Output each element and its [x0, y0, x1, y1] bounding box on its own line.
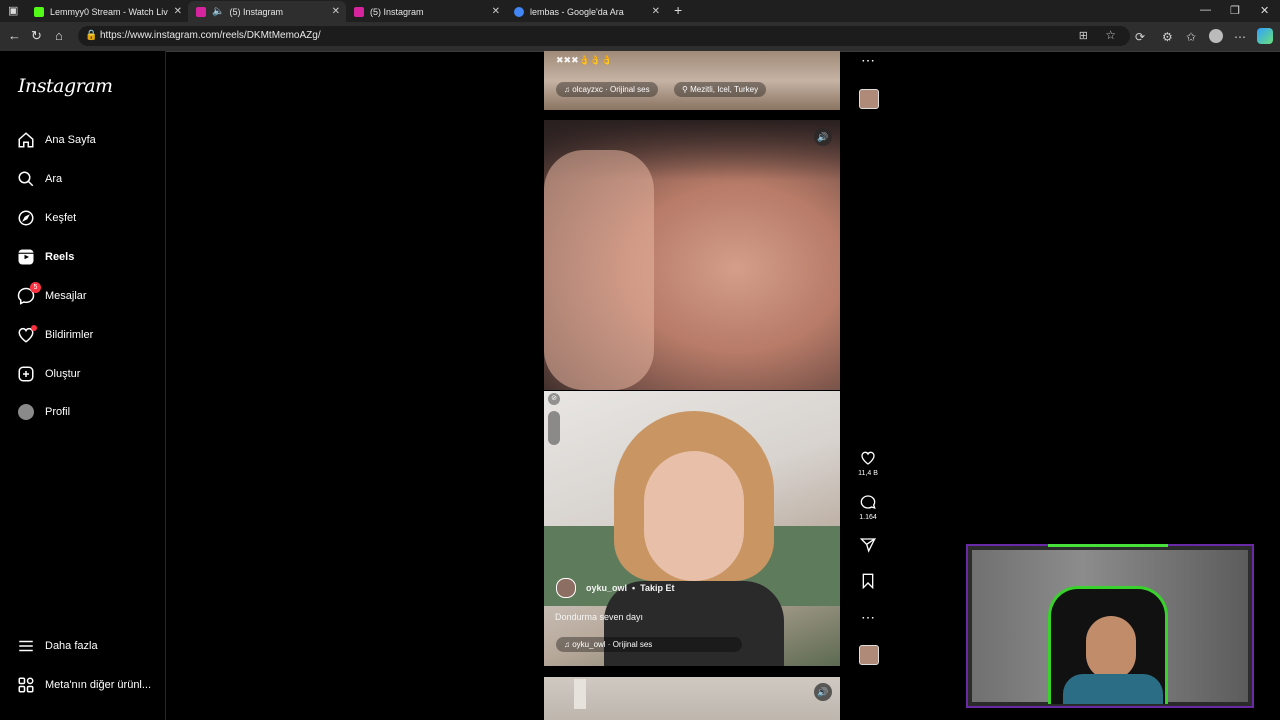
comment-button[interactable]: 1.164 [858, 494, 878, 521]
reel-video-previous[interactable]: ✖✖✖👌👌👌 ♫ olcayzxc · Orijinal ses ⚲ Mezit… [544, 51, 840, 110]
reload-icon[interactable]: ↻ [31, 29, 42, 43]
close-window-icon[interactable]: ✕ [1260, 4, 1269, 17]
plus-square-icon [17, 365, 35, 383]
reel-video-main[interactable]: 🔊 [544, 120, 840, 390]
messages-badge: 5 [30, 282, 41, 293]
tab-strip: ▣ Lemmyy0 Stream - Watch Live on ✕ 🔈 (5)… [0, 0, 1280, 22]
audio-pill[interactable]: ♫ olcayzxc · Orijinal ses [556, 82, 658, 97]
comment-icon [858, 494, 878, 513]
meta-apps-icon [17, 676, 35, 694]
instagram-favicon-icon [354, 6, 364, 17]
tab-kick[interactable]: Lemmyy0 Stream - Watch Live on ✕ [26, 1, 188, 22]
sidebar-item-create[interactable]: Oluştur [17, 362, 80, 386]
url-bar[interactable]: 🔒 https://www.instagram.com/reels/DKMtMe… [78, 26, 1130, 46]
heart-icon [17, 325, 37, 344]
extension-icon[interactable]: ⚙ [1162, 30, 1173, 44]
messenger-icon: 5 [17, 282, 41, 305]
audio-thumbnail[interactable] [859, 89, 879, 109]
sidebar-item-notifications[interactable]: Bildirimler [17, 323, 93, 347]
sound-toggle-icon[interactable]: 🔊 [814, 683, 832, 701]
reel-author-row: oyku_owl • Takip Et [556, 578, 675, 598]
minimize-icon[interactable]: — [1200, 4, 1211, 16]
search-icon [17, 170, 35, 188]
copilot-icon[interactable] [1257, 28, 1273, 44]
favorites-icon[interactable]: ✩ [1186, 30, 1196, 44]
close-tab-icon[interactable]: ✕ [652, 6, 660, 17]
home-icon [17, 131, 35, 149]
instagram-logo[interactable]: Instagram [18, 75, 113, 97]
reel-caption: ✖✖✖👌👌👌 [556, 55, 613, 65]
notification-dot [31, 325, 37, 331]
sound-toggle-icon[interactable]: 🔊 [814, 128, 832, 146]
new-tab-icon[interactable]: + [674, 2, 682, 18]
reels-icon [17, 248, 35, 266]
more-options-icon[interactable]: ⋯ [858, 52, 878, 68]
sidebar-item-home[interactable]: Ana Sayfa [17, 128, 96, 152]
author-avatar[interactable] [556, 578, 576, 598]
like-button[interactable]: 11,4 B [858, 450, 878, 477]
tab-instagram-active[interactable]: 🔈 (5) Instagram ✕ [188, 1, 346, 22]
home-browser-icon[interactable]: ⌂ [55, 29, 63, 43]
bookmark-icon [858, 573, 878, 592]
heart-icon [858, 450, 878, 469]
tab-google[interactable]: lembas - Google'da Ara ✕ [506, 1, 666, 22]
profile-avatar-icon[interactable] [1209, 29, 1223, 43]
restore-icon[interactable]: ❐ [1230, 4, 1240, 17]
audio-pill[interactable]: ♫ oyku_owl · Orijinal ses [556, 637, 742, 652]
instagram-sidebar: Instagram Ana Sayfa Ara Keşfet Reels 5 M… [0, 51, 166, 720]
author-username[interactable]: oyku_owl [586, 583, 627, 593]
close-tab-icon[interactable]: ✕ [332, 6, 340, 17]
sidebar-item-reels[interactable]: Reels [17, 245, 74, 269]
favorite-star-icon[interactable]: ☆ [1105, 28, 1116, 42]
extensions-icon[interactable]: ⟳ [1135, 30, 1145, 44]
close-tab-icon[interactable]: ✕ [174, 6, 182, 17]
sidebar-item-profile[interactable]: Profil [17, 400, 70, 424]
sidebar-item-more[interactable]: Daha fazla [17, 634, 98, 658]
tab-instagram[interactable]: (5) Instagram ✕ [346, 1, 506, 22]
streamer-webcam [966, 544, 1254, 708]
app-available-icon[interactable]: ⊞ [1079, 29, 1088, 42]
overlay-controls[interactable] [548, 411, 560, 445]
close-tab-icon[interactable]: ✕ [492, 6, 500, 17]
comment-count: 1.164 [859, 514, 877, 521]
reel-caption[interactable]: Dondurma seven dayı [555, 612, 643, 622]
google-favicon-icon [514, 6, 524, 17]
speaker-icon[interactable]: 🔈 [212, 6, 224, 17]
compass-icon [17, 209, 35, 227]
follow-button[interactable]: Takip Et [640, 583, 674, 593]
site-info-icon[interactable]: 🔒 [85, 30, 97, 41]
like-count: 11,4 B [858, 470, 878, 477]
location-pill[interactable]: ⚲ Mezitli, Icel, Turkey [674, 82, 767, 97]
sidebar-item-explore[interactable]: Keşfet [17, 206, 76, 230]
audio-thumbnail[interactable] [859, 645, 879, 665]
tab-actions-icon[interactable]: ▣ [8, 4, 18, 17]
sidebar-item-search[interactable]: Ara [17, 167, 62, 191]
save-button[interactable] [858, 573, 878, 592]
back-icon[interactable]: ← [8, 29, 21, 43]
reel-video-next[interactable]: 🔊 [544, 677, 840, 720]
address-toolbar: ← ↻ ⌂ 🔒 https://www.instagram.com/reels/… [0, 22, 1280, 52]
instagram-favicon-icon [196, 6, 206, 17]
avatar [17, 403, 35, 421]
url-text[interactable]: https://www.instagram.com/reels/DKMtMemo… [100, 30, 321, 41]
reel-video-current[interactable]: ⊘ oyku_owl • Takip Et Dondurma seven day… [544, 391, 840, 666]
status-icon[interactable]: ⊘ [548, 393, 560, 405]
more-options-icon[interactable]: ⋯ [858, 609, 878, 625]
kick-favicon-icon [34, 6, 44, 17]
share-icon [858, 537, 878, 556]
share-button[interactable] [858, 537, 878, 556]
more-menu-icon[interactable]: ⋯ [1234, 30, 1246, 44]
sidebar-item-meta[interactable]: Meta'nın diğer ürünl... [17, 673, 151, 697]
hamburger-menu-icon [17, 637, 35, 655]
hand-shape [544, 150, 654, 390]
sidebar-item-messages[interactable]: 5 Mesajlar [17, 282, 87, 308]
